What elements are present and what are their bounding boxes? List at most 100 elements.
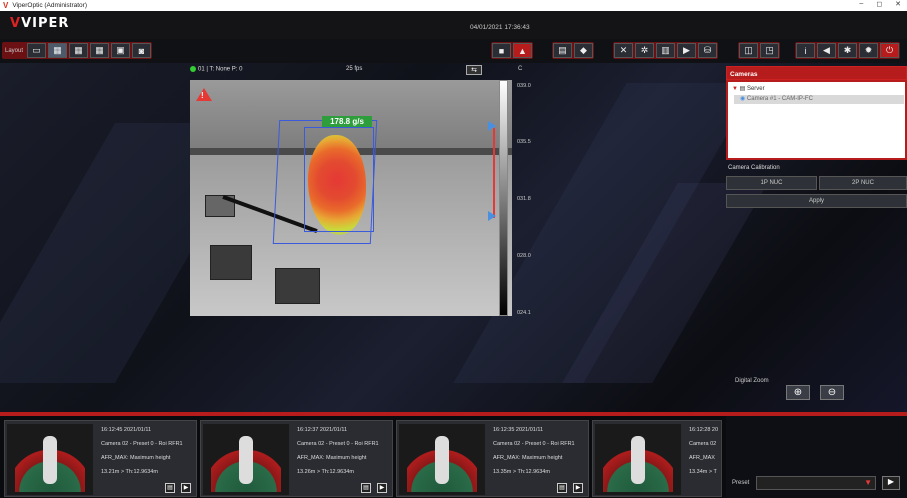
split-view-icon[interactable]: ◫ bbox=[739, 43, 758, 58]
play-icon[interactable]: ▶ bbox=[573, 483, 583, 493]
event-card[interactable]: 16:12:35 2021/01/11 Camera 02 - Preset 0… bbox=[396, 420, 589, 497]
snapshot-icon[interactable]: ▤ bbox=[553, 43, 572, 58]
event-camera: Camera 02 bbox=[689, 441, 717, 447]
power-icon[interactable]: ⏻ bbox=[880, 43, 899, 58]
event-height: 13.35m > Th:12.9634m bbox=[493, 469, 550, 475]
layout-fullscreen-icon[interactable]: ◙ bbox=[132, 43, 152, 58]
layout-single-icon[interactable]: ▭ bbox=[27, 43, 47, 58]
tree-camera-item[interactable]: ◉ Camera #1 - CAM-IP-FC bbox=[734, 95, 904, 104]
scale-min-handle-icon[interactable] bbox=[488, 211, 496, 221]
event-card[interactable]: 16:12:37 2021/01/11 Camera 02 - Preset 0… bbox=[200, 420, 393, 497]
storage-tank bbox=[210, 245, 252, 280]
scale-max-handle-icon[interactable] bbox=[488, 121, 496, 131]
mute-icon[interactable]: ◀ bbox=[817, 43, 836, 58]
preset-label: Preset bbox=[732, 480, 750, 486]
storage-tank bbox=[275, 268, 320, 304]
snapshot-icon[interactable]: ▤ bbox=[165, 483, 175, 493]
camera-tree: ▼ ▤ Server ◉ Camera #1 - CAM-IP-FC bbox=[726, 80, 907, 160]
event-camera: Camera 02 - Preset 0 - Roi RFR1 bbox=[297, 441, 379, 447]
event-thumbnail[interactable] bbox=[7, 424, 93, 495]
edit-view-icon[interactable]: ◳ bbox=[760, 43, 779, 58]
event-height: 13.26m > Th:12.9634m bbox=[297, 469, 354, 475]
2p-nuc-button[interactable]: 2P NUC bbox=[819, 176, 907, 190]
play-icon[interactable]: ▶ bbox=[181, 483, 191, 493]
scale-tick: 028.0 bbox=[517, 253, 531, 259]
event-afr: AFR_MAX: Maximum height bbox=[101, 455, 171, 461]
scale-tick: 024.1 bbox=[517, 310, 531, 316]
event-thumbnail[interactable] bbox=[399, 424, 485, 495]
playback-icon[interactable]: ▶ bbox=[677, 43, 696, 58]
event-afr: AFR_MAX bbox=[689, 455, 715, 461]
app-header bbox=[0, 11, 907, 39]
window-titlebar: V ViperOptic (Administrator) – ◻ ✕ bbox=[0, 0, 907, 11]
roi-region-inner[interactable] bbox=[304, 127, 374, 232]
event-time: 16:12:28 20 bbox=[689, 427, 719, 433]
minimize-button[interactable]: – bbox=[859, 0, 863, 8]
event-height: 13.21m > Th:12.9634m bbox=[101, 469, 158, 475]
expand-icon[interactable]: ▼ bbox=[732, 86, 738, 92]
tools-toolbar-group: ✕ ✲ ▥ ▶ ⛁ bbox=[613, 42, 718, 59]
stop-alarm-icon[interactable]: ■ bbox=[492, 43, 511, 58]
alarm-toolbar-group: ■ ▲ bbox=[491, 42, 533, 59]
event-card[interactable]: 16:12:28 20 Camera 02 AFR_MAX 13.34m > T bbox=[592, 420, 722, 497]
event-afr: AFR_MAX: Maximum height bbox=[493, 455, 563, 461]
chart-icon[interactable]: ▥ bbox=[656, 43, 675, 58]
event-height: 13.34m > T bbox=[689, 469, 717, 475]
calibration-title: Camera Calibration bbox=[728, 165, 780, 171]
layout-3x3-icon[interactable]: ▦ bbox=[69, 43, 89, 58]
server-label: Server bbox=[746, 86, 765, 92]
camera-status-text: 01 | T: None P: 0 bbox=[198, 66, 243, 73]
flow-measurement-badge: 178.8 g/s bbox=[322, 116, 372, 127]
online-status-icon bbox=[190, 66, 196, 72]
swap-view-button[interactable]: ⇆ bbox=[466, 65, 482, 75]
window-title: ViperOptic (Administrator) bbox=[12, 2, 87, 9]
zoom-out-button[interactable]: ⊖ bbox=[820, 385, 844, 400]
play-icon[interactable]: ▶ bbox=[377, 483, 387, 493]
app-logo-icon: V bbox=[3, 1, 9, 10]
preset-select[interactable]: ▼ bbox=[756, 476, 876, 490]
event-thumbnail[interactable] bbox=[203, 424, 289, 495]
event-afr: AFR_MAX: Maximum height bbox=[297, 455, 367, 461]
zoom-in-button[interactable]: ⊕ bbox=[786, 385, 810, 400]
maximize-button[interactable]: ◻ bbox=[876, 0, 882, 8]
view-toolbar-group: ◫ ◳ bbox=[738, 42, 780, 59]
close-button[interactable]: ✕ bbox=[895, 0, 901, 8]
brand-name: VIPER bbox=[21, 16, 70, 31]
1p-nuc-button[interactable]: 1P NUC bbox=[726, 176, 817, 190]
digital-zoom-label: Digital Zoom bbox=[735, 378, 769, 384]
brand-logo: VVIPER bbox=[10, 16, 70, 31]
event-time: 16:12:45 2021/01/11 bbox=[101, 427, 152, 433]
layout-toolbar-group: Layout ▭ ▦ ▦ ▦ ▣ ◙ bbox=[2, 42, 153, 59]
layout-2x2-icon[interactable]: ▦ bbox=[48, 43, 68, 58]
eraser-icon[interactable]: ◆ bbox=[574, 43, 593, 58]
camera-item-label: Camera #1 - CAM-IP-FC bbox=[746, 96, 813, 102]
event-camera: Camera 02 - Preset 0 - Roi RFR1 bbox=[493, 441, 575, 447]
snapshot-icon[interactable]: ▤ bbox=[361, 483, 371, 493]
datetime-display: 04/01/2021 17:36:43 bbox=[470, 24, 530, 31]
alarm-warning-icon bbox=[196, 88, 212, 101]
apply-button[interactable]: Apply bbox=[726, 194, 907, 208]
fps-text: 25 fps bbox=[346, 66, 363, 72]
scale-range-indicator bbox=[493, 128, 495, 218]
settings-gear-icon[interactable]: ✲ bbox=[635, 43, 654, 58]
database-icon[interactable]: ⛁ bbox=[698, 43, 717, 58]
thermal-video-view[interactable]: 178.8 g/s ! bbox=[190, 80, 512, 316]
event-card[interactable]: 16:12:45 2021/01/11 Camera 02 - Preset 0… bbox=[4, 420, 197, 497]
event-thumbnail[interactable] bbox=[595, 424, 681, 495]
network-settings-icon[interactable]: ✱ bbox=[838, 43, 857, 58]
chevron-down-icon: ▼ bbox=[864, 478, 872, 487]
scale-unit: C bbox=[518, 66, 523, 72]
preset-play-button[interactable]: ▶ bbox=[882, 476, 900, 490]
temperature-scale-bar bbox=[499, 80, 508, 316]
gear-icon[interactable]: ✹ bbox=[859, 43, 878, 58]
snapshot-icon[interactable]: ▤ bbox=[557, 483, 567, 493]
tools-icon[interactable]: ✕ bbox=[614, 43, 633, 58]
tree-server-node[interactable]: ▼ ▤ Server bbox=[732, 85, 765, 92]
video-header: 01 | T: None P: 0 25 fps bbox=[190, 66, 490, 78]
info-icon[interactable]: i bbox=[796, 43, 815, 58]
layout-4x4-icon[interactable]: ▦ bbox=[90, 43, 110, 58]
layout-pip-icon[interactable]: ▣ bbox=[111, 43, 131, 58]
warning-icon[interactable]: ▲ bbox=[513, 43, 532, 58]
system-toolbar-group: i ◀ ✱ ✹ ⏻ bbox=[795, 42, 900, 59]
camera-icon: ◉ bbox=[740, 96, 746, 102]
